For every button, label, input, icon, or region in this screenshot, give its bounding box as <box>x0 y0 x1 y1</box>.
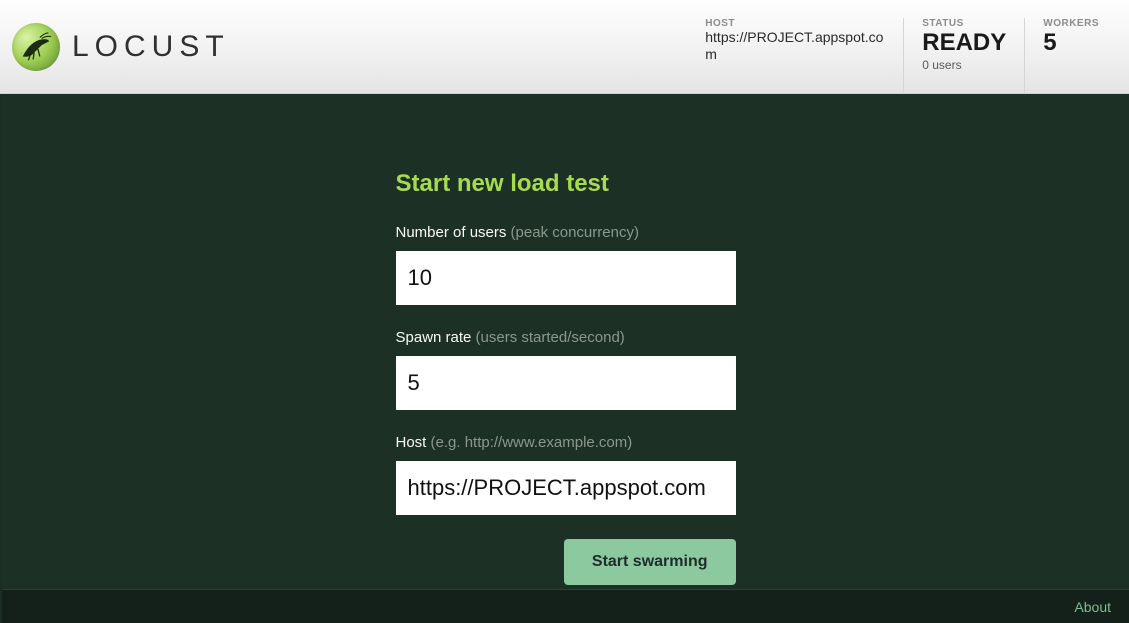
stat-workers-value: 5 <box>1043 29 1099 58</box>
spawn-label-hint: (users started/second) <box>476 329 625 346</box>
stat-host-label: HOST <box>705 18 885 29</box>
logo: LOCUST <box>12 23 230 71</box>
main-content: Start new load test Number of users (pea… <box>2 94 1129 589</box>
users-label-hint: (peak concurrency) <box>511 224 639 241</box>
spawn-label: Spawn rate (users started/second) <box>396 329 736 346</box>
host-label: Host (e.g. http://www.example.com) <box>396 434 736 451</box>
stat-status: STATUS READY 0 users <box>903 18 1024 93</box>
spawn-input[interactable] <box>396 356 736 410</box>
stat-host: HOST https://PROJECT.appspot.com <box>687 18 903 93</box>
stat-status-sub: 0 users <box>922 58 1006 72</box>
locust-icon <box>12 23 60 71</box>
host-label-text: Host <box>396 434 431 451</box>
footer: About <box>2 589 1129 623</box>
spawn-label-text: Spawn rate <box>396 329 476 346</box>
stat-workers: WORKERS 5 <box>1024 18 1117 93</box>
host-input[interactable] <box>396 461 736 515</box>
new-load-test-form: Start new load test Number of users (pea… <box>396 170 736 589</box>
logo-text: LOCUST <box>72 30 230 64</box>
about-link[interactable]: About <box>1074 599 1111 615</box>
stat-workers-label: WORKERS <box>1043 18 1099 29</box>
app-header: LOCUST HOST https://PROJECT.appspot.com … <box>0 0 1129 94</box>
host-label-hint: (e.g. http://www.example.com) <box>431 434 633 451</box>
users-input[interactable] <box>396 251 736 305</box>
header-stats: HOST https://PROJECT.appspot.com STATUS … <box>687 0 1117 93</box>
stat-host-value: https://PROJECT.appspot.com <box>705 29 885 63</box>
users-label: Number of users (peak concurrency) <box>396 224 736 241</box>
form-title: Start new load test <box>396 170 736 198</box>
stat-status-label: STATUS <box>922 18 1006 29</box>
start-swarming-button[interactable]: Start swarming <box>564 539 736 585</box>
stat-status-value: READY <box>922 29 1006 58</box>
users-label-text: Number of users <box>396 224 511 241</box>
